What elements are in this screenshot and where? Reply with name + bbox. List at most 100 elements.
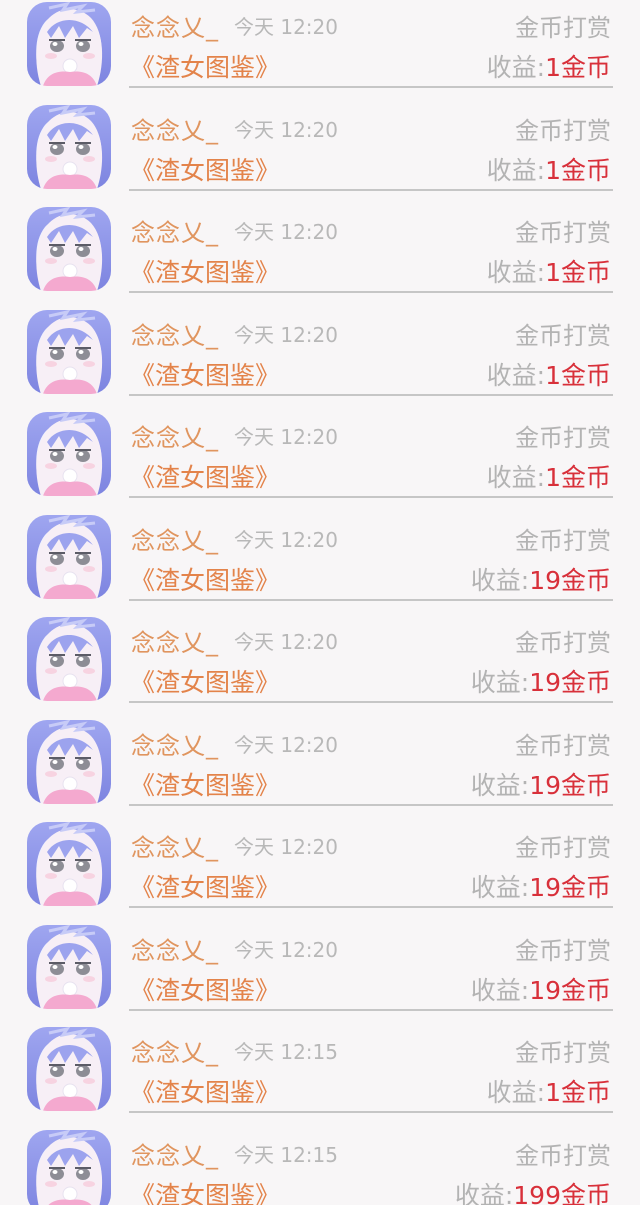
timestamp: 今天 12:20 — [234, 835, 338, 859]
income: 收益:1金币 — [487, 151, 611, 187]
income-label: 收益: — [470, 873, 530, 902]
anime-girl-avatar-icon — [27, 514, 111, 599]
avatar[interactable] — [27, 1129, 111, 1205]
book-title[interactable]: 《渣女图鉴》 — [130, 356, 280, 392]
income-label: 收益: — [470, 975, 530, 1005]
user-name: 念念乂_ — [131, 219, 219, 247]
income: 收益:1金币 — [487, 356, 611, 392]
list-item[interactable]: 念念乂_ 今天 12:20 金币打赏 《渣女图鉴》 收益:19金币 — [0, 718, 640, 821]
divider — [129, 701, 613, 703]
avatar[interactable] — [27, 822, 111, 906]
income-amount: 19金币 — [529, 565, 611, 595]
avatar[interactable] — [27, 207, 111, 291]
income-label: 收益: — [470, 770, 530, 800]
income: 收益:1金币 — [487, 458, 611, 494]
avatar[interactable] — [27, 617, 111, 701]
timestamp: 今天 12:20 — [234, 527, 338, 552]
book-title[interactable]: 《渣女图鉴》 — [130, 253, 280, 289]
list-item[interactable]: 念念乂_ 今天 12:20 金币打赏 《渣女图鉴》 收益:19金币 — [0, 615, 640, 718]
anime-girl-avatar-icon — [27, 207, 111, 291]
divider — [129, 393, 613, 396]
transaction-type: 金币打赏 — [515, 526, 611, 555]
avatar[interactable] — [27, 1027, 111, 1111]
income-label: 收益: — [486, 360, 546, 390]
anime-girl-avatar-icon — [27, 1027, 111, 1111]
avatar[interactable] — [27, 2, 111, 86]
book-title[interactable]: 《渣女图鉴》 — [130, 971, 280, 1007]
transaction-type: 金币打赏 — [515, 834, 611, 862]
timestamp: 今天 12:20 — [234, 425, 338, 449]
list-item[interactable]: 念念乂_ 今天 12:15 金币打赏 《渣女图鉴》 收益:1金币 — [0, 1025, 640, 1128]
avatar[interactable] — [27, 514, 111, 599]
income-amount: 1金币 — [545, 463, 611, 492]
transaction-type: 金币打赏 — [515, 1039, 611, 1067]
anime-girl-avatar-icon — [27, 822, 111, 906]
user-name: 念念乂_ — [131, 731, 219, 760]
list-item[interactable]: 念念乂_ 今天 12:20 金币打赏 《渣女图鉴》 收益:19金币 — [0, 820, 640, 923]
list-item[interactable]: 念念乂_ 今天 12:15 金币打赏 《渣女图鉴》 收益:199金币 — [0, 1128, 640, 1205]
transaction-type: 金币打赏 — [515, 321, 611, 350]
anime-girl-avatar-icon — [27, 924, 111, 1009]
income-amount: 199金币 — [513, 1180, 611, 1205]
divider — [129, 86, 613, 88]
transaction-type: 金币打赏 — [515, 116, 611, 145]
book-title[interactable]: 《渣女图鉴》 — [130, 766, 280, 802]
book-title[interactable]: 《渣女图鉴》 — [130, 48, 280, 84]
user-name: 念念乂_ — [131, 1039, 219, 1067]
income: 收益:1金币 — [487, 253, 611, 289]
transaction-type: 金币打赏 — [515, 936, 611, 965]
timestamp: 今天 12:20 — [234, 15, 338, 39]
list-item[interactable]: 念念乂_ 今天 12:20 金币打赏 《渣女图鉴》 收益:1金币 — [0, 205, 640, 308]
avatar[interactable] — [27, 104, 111, 189]
transaction-type: 金币打赏 — [515, 14, 611, 42]
avatar[interactable] — [27, 412, 111, 496]
income-label: 收益: — [454, 1180, 514, 1205]
income-label: 收益: — [486, 155, 546, 185]
user-name: 念念乂_ — [131, 1141, 219, 1170]
book-title[interactable]: 《渣女图鉴》 — [130, 151, 280, 187]
user-name: 念念乂_ — [131, 424, 219, 452]
list-item[interactable]: 念念乂_ 今天 12:20 金币打赏 《渣女图鉴》 收益:1金币 — [0, 0, 640, 103]
user-name: 念念乂_ — [131, 526, 219, 555]
income-amount: 1金币 — [545, 258, 611, 287]
income: 收益:1金币 — [487, 48, 611, 84]
income-label: 收益: — [470, 668, 530, 697]
avatar[interactable] — [27, 309, 111, 394]
divider — [129, 1111, 613, 1113]
book-title[interactable]: 《渣女图鉴》 — [130, 458, 280, 494]
income-label: 收益: — [486, 258, 546, 287]
income-amount: 19金币 — [529, 873, 611, 902]
reward-income-list: 念念乂_ 今天 12:20 金币打赏 《渣女图鉴》 收益:1金币 念念乂_ 今天… — [0, 0, 640, 1205]
transaction-type: 金币打赏 — [515, 424, 611, 452]
user-name: 念念乂_ — [131, 14, 219, 42]
book-title[interactable]: 《渣女图鉴》 — [130, 561, 280, 597]
income: 收益:19金币 — [471, 971, 611, 1007]
income: 收益:19金币 — [471, 868, 611, 904]
timestamp: 今天 12:20 — [234, 322, 338, 347]
list-item[interactable]: 念念乂_ 今天 12:20 金币打赏 《渣女图鉴》 收益:1金币 — [0, 308, 640, 411]
anime-girl-avatar-icon — [27, 617, 111, 701]
book-title[interactable]: 《渣女图鉴》 — [130, 1176, 280, 1205]
income-amount: 1金币 — [545, 155, 611, 185]
list-item[interactable]: 念念乂_ 今天 12:20 金币打赏 《渣女图鉴》 收益:1金币 — [0, 410, 640, 513]
timestamp: 今天 12:20 — [234, 117, 338, 142]
transaction-type: 金币打赏 — [515, 219, 611, 247]
anime-girl-avatar-icon — [27, 2, 111, 86]
list-item[interactable]: 念念乂_ 今天 12:20 金币打赏 《渣女图鉴》 收益:1金币 — [0, 103, 640, 206]
income-label: 收益: — [486, 1078, 546, 1107]
list-item[interactable]: 念念乂_ 今天 12:20 金币打赏 《渣女图鉴》 收益:19金币 — [0, 923, 640, 1026]
user-name: 念念乂_ — [131, 629, 219, 657]
book-title[interactable]: 《渣女图鉴》 — [130, 663, 280, 699]
timestamp: 今天 12:20 — [234, 630, 338, 654]
divider — [129, 291, 613, 293]
divider — [129, 1008, 613, 1011]
avatar[interactable] — [27, 719, 111, 804]
divider — [129, 803, 613, 806]
avatar[interactable] — [27, 924, 111, 1009]
user-name: 念念乂_ — [131, 321, 219, 350]
income-label: 收益: — [470, 565, 530, 595]
list-item[interactable]: 念念乂_ 今天 12:20 金币打赏 《渣女图鉴》 收益:19金币 — [0, 513, 640, 616]
book-title[interactable]: 《渣女图鉴》 — [130, 1073, 280, 1109]
book-title[interactable]: 《渣女图鉴》 — [130, 868, 280, 904]
timestamp: 今天 12:15 — [234, 1040, 338, 1064]
